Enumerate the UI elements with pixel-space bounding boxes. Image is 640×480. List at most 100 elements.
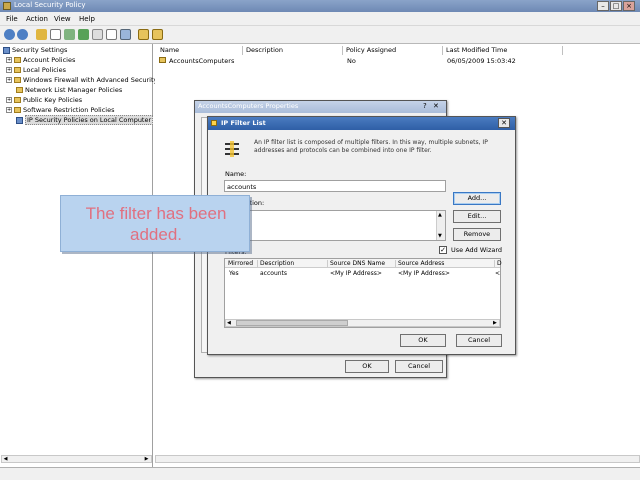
menu-action[interactable]: Action bbox=[26, 15, 48, 23]
column-header-name[interactable]: Name bbox=[157, 46, 243, 55]
firewall-icon bbox=[14, 77, 21, 83]
ip-filter-ok-button[interactable]: OK bbox=[400, 334, 446, 347]
tree-item-software-restriction[interactable]: + Software Restriction Policies bbox=[6, 106, 115, 114]
scroll-right-icon[interactable]: ▶ bbox=[493, 320, 497, 326]
description-field[interactable]: ▲ ▼ bbox=[224, 210, 446, 241]
assign-policy-icon[interactable] bbox=[138, 29, 149, 40]
export-list-icon[interactable] bbox=[78, 29, 89, 40]
edit-button[interactable]: Edit... bbox=[453, 210, 501, 223]
close-button[interactable]: × bbox=[623, 1, 635, 11]
window-title: Local Security Policy bbox=[14, 1, 86, 9]
filters-table-header: Mirrored Description Source DNS Name Sou… bbox=[225, 259, 502, 268]
expand-icon[interactable]: + bbox=[6, 67, 12, 73]
column-header-source-dns[interactable]: Source DNS Name bbox=[327, 260, 385, 267]
column-header-description[interactable]: Description bbox=[243, 46, 343, 55]
tree-item-security-settings[interactable]: Security Settings bbox=[3, 46, 67, 54]
column-header-policy-assigned[interactable]: Policy Assigned bbox=[343, 46, 443, 55]
table-row[interactable]: Yes accounts <My IP Address> <My IP Addr… bbox=[225, 269, 500, 278]
use-add-wizard-checkbox[interactable]: ✓ bbox=[439, 246, 447, 254]
properties-icon[interactable] bbox=[92, 29, 103, 40]
up-folder-icon[interactable] bbox=[36, 29, 47, 40]
scroll-right-icon[interactable]: ▶ bbox=[143, 456, 150, 462]
tree-item-network-list-manager[interactable]: Network List Manager Policies bbox=[16, 86, 122, 94]
back-icon[interactable] bbox=[4, 29, 15, 40]
filter-list-icon bbox=[225, 141, 239, 157]
filter-mirrored: Yes bbox=[229, 270, 239, 277]
description-scrollbar[interactable]: ▲ ▼ bbox=[436, 211, 445, 240]
expand-icon[interactable]: + bbox=[6, 77, 12, 83]
policy-icon bbox=[159, 57, 166, 63]
properties-titlebar: AccountsComputers Properties ? ✕ bbox=[195, 101, 446, 113]
column-header-mirrored[interactable]: Mirrored bbox=[228, 260, 253, 267]
scroll-up-icon[interactable]: ▲ bbox=[438, 212, 442, 218]
refresh-icon[interactable] bbox=[64, 29, 75, 40]
tree-pane: Security Settings + Account Policies + Loc… bbox=[0, 44, 157, 467]
ip-security-icon bbox=[16, 116, 23, 124]
scroll-thumb[interactable] bbox=[236, 320, 348, 326]
column-header-last-modified[interactable]: Last Modified Time bbox=[443, 46, 563, 55]
remove-button[interactable]: Remove bbox=[453, 228, 501, 241]
policy-modified: 06/05/2009 15:03:42 bbox=[447, 57, 516, 65]
window-titlebar: Local Security Policy – □ × bbox=[0, 0, 640, 12]
column-header-destination[interactable]: D bbox=[494, 260, 502, 267]
tutorial-callout: The filter has been added. bbox=[60, 195, 250, 252]
properties-help-button[interactable]: ? bbox=[423, 102, 427, 110]
filter-source-address: <My IP Address> bbox=[398, 270, 450, 277]
menu-help[interactable]: Help bbox=[79, 15, 95, 23]
expand-icon[interactable]: + bbox=[6, 97, 12, 103]
ip-filter-list-dialog: IP Filter List ✕ An IP filter list is co… bbox=[207, 116, 516, 355]
tree-horizontal-scrollbar[interactable]: ◀ ▶ bbox=[1, 455, 152, 463]
forward-icon[interactable] bbox=[17, 29, 28, 40]
app-icon bbox=[3, 2, 11, 10]
filter-destination: < bbox=[495, 270, 501, 277]
filter-description: accounts bbox=[260, 270, 288, 277]
column-header-filter-description[interactable]: Description bbox=[257, 260, 294, 267]
add-button[interactable]: Add... bbox=[453, 192, 501, 205]
show-tree-icon[interactable] bbox=[50, 29, 61, 40]
expand-icon[interactable]: + bbox=[6, 107, 12, 113]
folder-icon bbox=[14, 97, 21, 103]
list-horizontal-scrollbar[interactable] bbox=[155, 455, 640, 463]
tree-item-windows-firewall[interactable]: + Windows Firewall with Advanced Security bbox=[6, 76, 157, 84]
ip-filter-title: IP Filter List bbox=[221, 119, 266, 127]
toolbar bbox=[0, 26, 640, 44]
console-icon[interactable] bbox=[120, 29, 131, 40]
menu-view[interactable]: View bbox=[54, 15, 71, 23]
folder-icon bbox=[14, 67, 21, 73]
properties-ok-button[interactable]: OK bbox=[345, 360, 389, 373]
help-icon[interactable] bbox=[106, 29, 117, 40]
ip-filter-cancel-button[interactable]: Cancel bbox=[456, 334, 502, 347]
callout-text: The filter has been added. bbox=[85, 204, 227, 244]
scroll-left-icon[interactable]: ◀ bbox=[2, 456, 9, 462]
ip-filter-close-button[interactable]: ✕ bbox=[498, 118, 510, 128]
tree-item-public-key-policies[interactable]: + Public Key Policies bbox=[6, 96, 82, 104]
minimize-button[interactable]: – bbox=[597, 1, 609, 11]
properties-close-button[interactable]: ✕ bbox=[433, 102, 439, 110]
folder-icon bbox=[14, 107, 21, 113]
name-label: Name: bbox=[225, 170, 247, 178]
name-field[interactable]: accounts bbox=[224, 180, 446, 192]
table-row[interactable]: AccountsComputers No 06/05/2009 15:03:42 bbox=[157, 57, 577, 66]
properties-cancel-button[interactable]: Cancel bbox=[395, 360, 443, 373]
policy-assigned: No bbox=[347, 57, 356, 65]
tree-item-account-policies[interactable]: + Account Policies bbox=[6, 56, 75, 64]
security-settings-icon bbox=[3, 46, 10, 54]
scroll-left-icon[interactable]: ◀ bbox=[227, 320, 231, 326]
tree-item-ip-security-policies[interactable]: IP Security Policies on Local Computer bbox=[16, 115, 154, 125]
folder-icon bbox=[16, 87, 23, 93]
status-bar bbox=[0, 467, 640, 480]
tree-item-local-policies[interactable]: + Local Policies bbox=[6, 66, 66, 74]
use-add-wizard-label: Use Add Wizard bbox=[451, 246, 503, 254]
scroll-down-icon[interactable]: ▼ bbox=[438, 233, 442, 239]
menu-file[interactable]: File bbox=[6, 15, 18, 23]
properties-title: AccountsComputers Properties bbox=[198, 102, 299, 110]
expand-icon[interactable]: + bbox=[6, 57, 12, 63]
ip-filter-titlebar: IP Filter List ✕ bbox=[208, 117, 515, 130]
folder-icon bbox=[14, 57, 21, 63]
maximize-button[interactable]: □ bbox=[610, 1, 622, 11]
filters-table: Mirrored Description Source DNS Name Sou… bbox=[224, 258, 502, 328]
filters-horizontal-scrollbar[interactable]: ◀ ▶ bbox=[225, 319, 500, 327]
filter-source-dns: <My IP Address> bbox=[330, 270, 382, 277]
column-header-source-address[interactable]: Source Address bbox=[395, 260, 444, 267]
unassign-policy-icon[interactable] bbox=[152, 29, 163, 40]
